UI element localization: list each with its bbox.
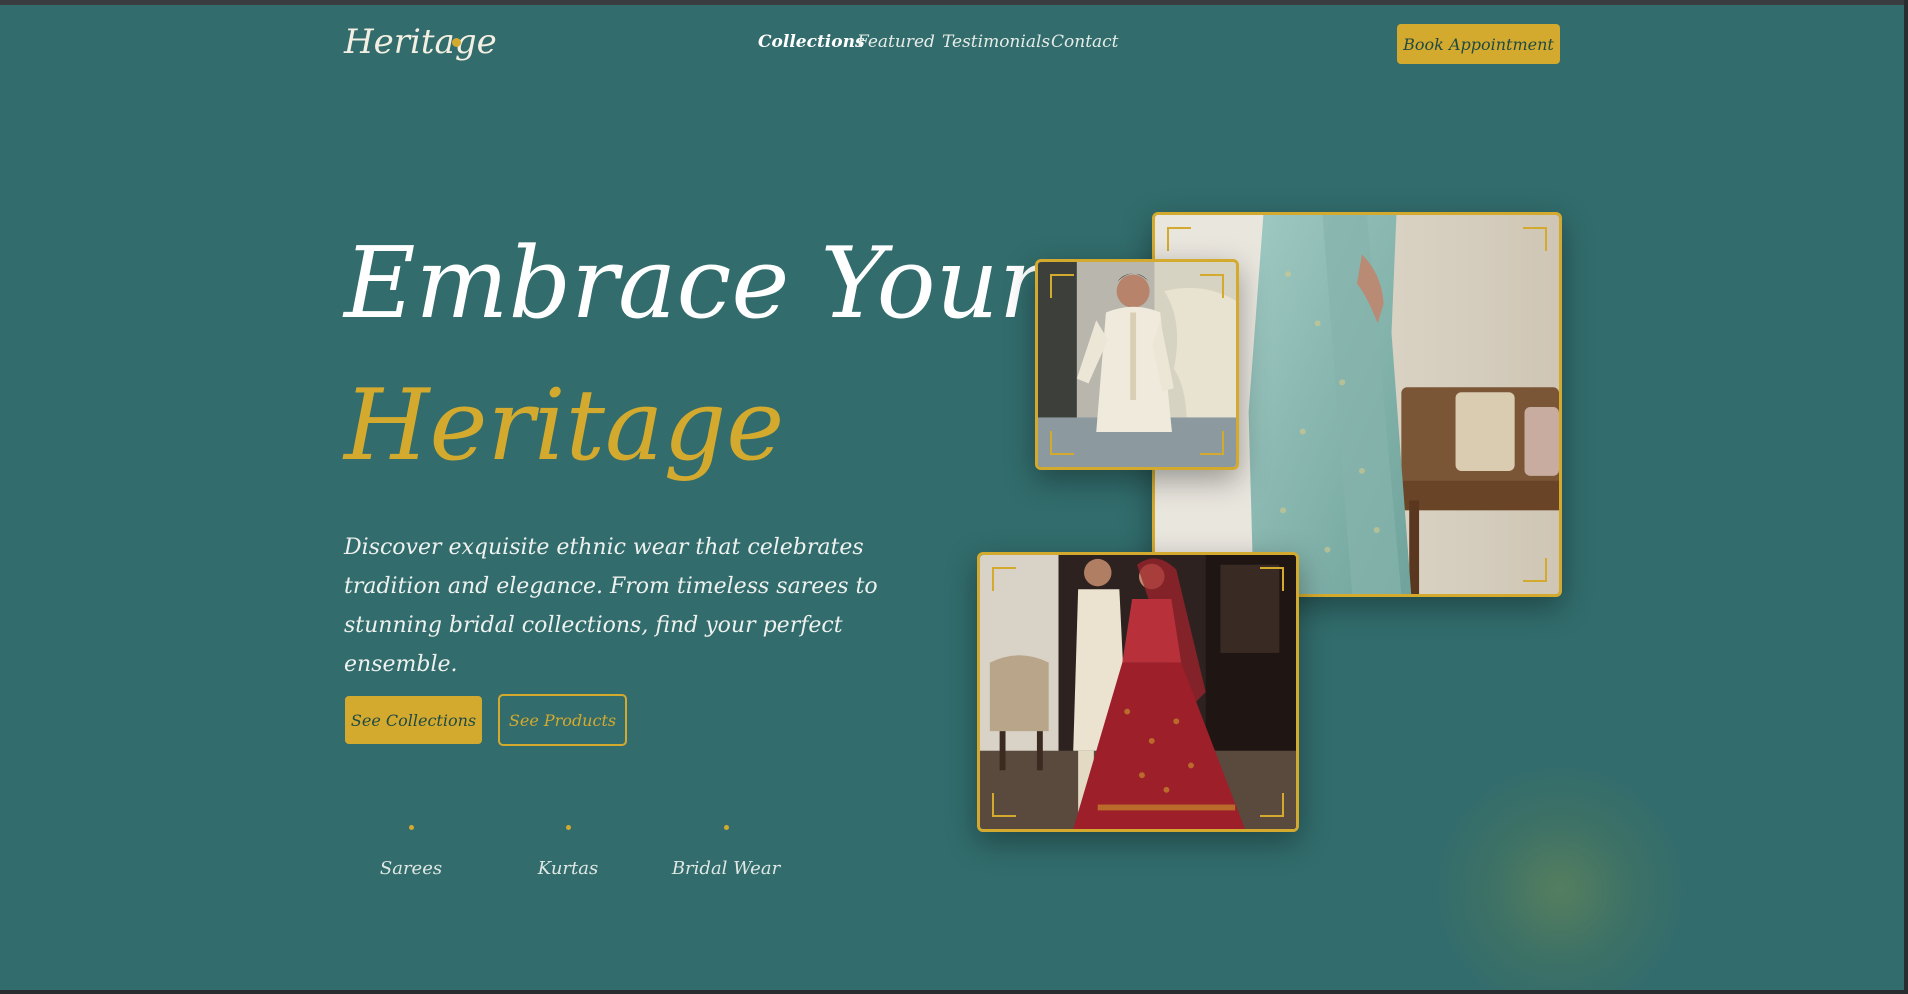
window-right-edge <box>1904 0 1908 994</box>
frame-corner-icon <box>1260 567 1284 591</box>
window-bottom-edge <box>0 990 1908 994</box>
book-appointment-button[interactable]: Book Appointment <box>1397 24 1560 64</box>
category-dot-icon <box>565 825 571 830</box>
category-bridal-wear[interactable]: Bridal Wear <box>656 825 796 879</box>
hero-title-line1: Embrace Your <box>344 227 1046 341</box>
frame-corner-icon <box>1260 793 1284 817</box>
category-dot-icon <box>408 825 414 830</box>
frame-corner-icon <box>992 567 1016 591</box>
bridal-photo-icon <box>980 555 1296 829</box>
frame-corner-icon <box>992 793 1016 817</box>
nav-featured[interactable]: Featured <box>857 32 935 52</box>
frame-corner-icon <box>1523 227 1547 251</box>
category-label: Bridal Wear <box>671 858 781 879</box>
hero-title-line2: Heritage <box>344 369 785 483</box>
nav-collections[interactable]: Collections <box>758 32 865 52</box>
category-label: Sarees <box>379 858 443 879</box>
category-label: Kurtas <box>537 858 599 879</box>
nav-contact[interactable]: Contact <box>1051 32 1119 52</box>
category-kurtas[interactable]: Kurtas <box>498 825 638 879</box>
kurta-image <box>1035 259 1239 470</box>
frame-corner-icon <box>1200 431 1224 455</box>
category-dot-icon <box>723 825 729 830</box>
frame-corner-icon <box>1200 274 1224 298</box>
frame-corner-icon <box>1050 274 1074 298</box>
see-collections-button[interactable]: See Collections <box>345 696 482 744</box>
frame-corner-icon <box>1523 558 1547 582</box>
frame-corner-icon <box>1050 431 1074 455</box>
see-products-button[interactable]: See Products <box>498 694 627 746</box>
main-nav: Collections Featured Testimonials Contac… <box>0 32 1908 58</box>
category-sarees[interactable]: Sarees <box>341 825 481 879</box>
bridal-image <box>977 552 1299 832</box>
hero-description: Discover exquisite ethnic wear that cele… <box>344 535 878 677</box>
frame-corner-icon <box>1167 227 1191 251</box>
nav-testimonials[interactable]: Testimonials <box>942 32 1050 52</box>
